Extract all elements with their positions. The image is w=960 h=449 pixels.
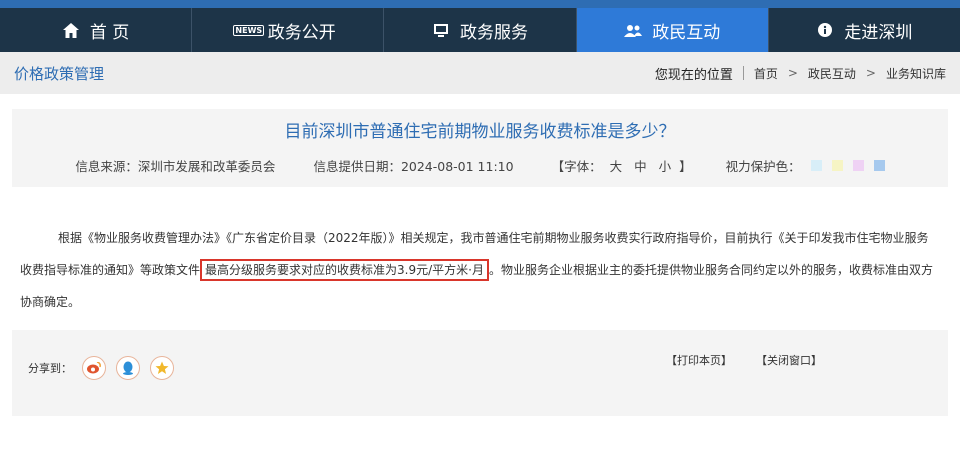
article-meta: 信息来源：深圳市发展和改革委员会 信息提供日期：2024-08-01 11:10… xyxy=(12,156,948,175)
info-icon xyxy=(816,21,834,39)
article-title: 目前深圳市普通住宅前期物业服务收费标准是多少？ xyxy=(284,122,676,142)
close-window-button[interactable]: 【关闭窗口】 xyxy=(756,352,822,368)
nav-label: 首 页 xyxy=(89,22,130,43)
article-body: 根据《物业服务收费管理办法》《广东省定价目录（2022年版）》相关规定，我市普通… xyxy=(12,222,948,318)
font-size-large[interactable]: 大 xyxy=(610,159,623,174)
print-page-button[interactable]: 【打印本页】 xyxy=(666,352,732,368)
nav-item-interaction[interactable]: 政民互动 xyxy=(576,8,769,52)
main-nav: 首 页 NEWS 政务公开 政务服务 政民互动 走进深圳 xyxy=(0,0,960,52)
font-size-label: 【字体： xyxy=(551,159,602,174)
location-label: 您现在的位置 xyxy=(654,67,733,83)
font-size-small[interactable]: 小 xyxy=(659,159,672,174)
people-icon xyxy=(624,21,643,39)
font-size-medium[interactable]: 中 xyxy=(634,159,647,174)
nav-item-shenzhen[interactable]: 走进深圳 xyxy=(769,8,960,52)
article-footer: 分享到： 【打印本页】 【关闭窗口】 xyxy=(12,330,948,416)
nav-label: 政民互动 xyxy=(652,22,721,43)
share-bar: 分享到： xyxy=(28,356,174,380)
nav-item-gov-services[interactable]: 政务服务 xyxy=(384,8,577,52)
eye-care-swatch-pink[interactable] xyxy=(852,160,864,171)
news-icon: NEWS xyxy=(233,21,265,39)
monitor-icon xyxy=(432,21,450,39)
breadcrumb-home[interactable]: 首页 xyxy=(754,65,778,82)
breadcrumb-bar: 价格政策管理 您现在的位置 首页 > 政民互动 > 业务知识库 xyxy=(0,52,960,94)
news-icon-text: NEWS xyxy=(233,24,265,36)
breadcrumb-interaction[interactable]: 政民互动 xyxy=(808,65,856,82)
section-title[interactable]: 价格政策管理 xyxy=(14,63,104,84)
eye-care-swatch-darkblue[interactable] xyxy=(873,160,885,171)
nav-label: 走进深圳 xyxy=(844,22,913,43)
highlighted-fee-standard: 最高分级服务要求对应的收费标准为3.9元/平方米·月 xyxy=(200,259,489,281)
article-header: 目前深圳市普通住宅前期物业服务收费标准是多少？ 信息来源：深圳市发展和改革委员会… xyxy=(12,109,948,187)
nav-item-home[interactable]: 首 页 xyxy=(0,8,193,52)
article-source: 信息来源：深圳市发展和改革委员会 xyxy=(75,159,276,174)
font-size-control: 【字体： 大 中 小 】 xyxy=(552,156,692,175)
nav-item-gov-affairs[interactable]: NEWS 政务公开 xyxy=(192,8,385,52)
article-date: 信息提供日期：2024-08-01 11:10 xyxy=(313,159,514,174)
qq-icon[interactable] xyxy=(116,356,140,380)
eye-care-swatch-yellow[interactable] xyxy=(831,160,843,171)
breadcrumb-knowledge-base[interactable]: 业务知识库 xyxy=(886,65,946,82)
breadcrumb-arrow: > xyxy=(865,66,876,80)
weibo-icon[interactable] xyxy=(82,356,106,380)
nav-label: 政务公开 xyxy=(267,22,336,43)
font-size-close: 】 xyxy=(679,159,692,174)
article-actions: 【打印本页】 【关闭窗口】 xyxy=(666,352,822,368)
eye-care-label: 视力保护色： xyxy=(725,159,801,174)
star-icon[interactable] xyxy=(150,356,174,380)
share-label: 分享到： xyxy=(28,362,72,375)
home-icon xyxy=(62,21,80,39)
nav-label: 政务服务 xyxy=(460,22,528,43)
eye-care-swatch-blue[interactable] xyxy=(810,160,822,171)
article-paragraph: 根据《物业服务收费管理办法》《广东省定价目录（2022年版）》相关规定，我市普通… xyxy=(12,222,948,318)
breadcrumb-arrow: > xyxy=(787,66,798,80)
eye-care-control: 视力保护色： xyxy=(726,156,885,175)
divider xyxy=(742,66,744,80)
breadcrumb: 您现在的位置 首页 > 政民互动 > 业务知识库 xyxy=(655,64,946,83)
